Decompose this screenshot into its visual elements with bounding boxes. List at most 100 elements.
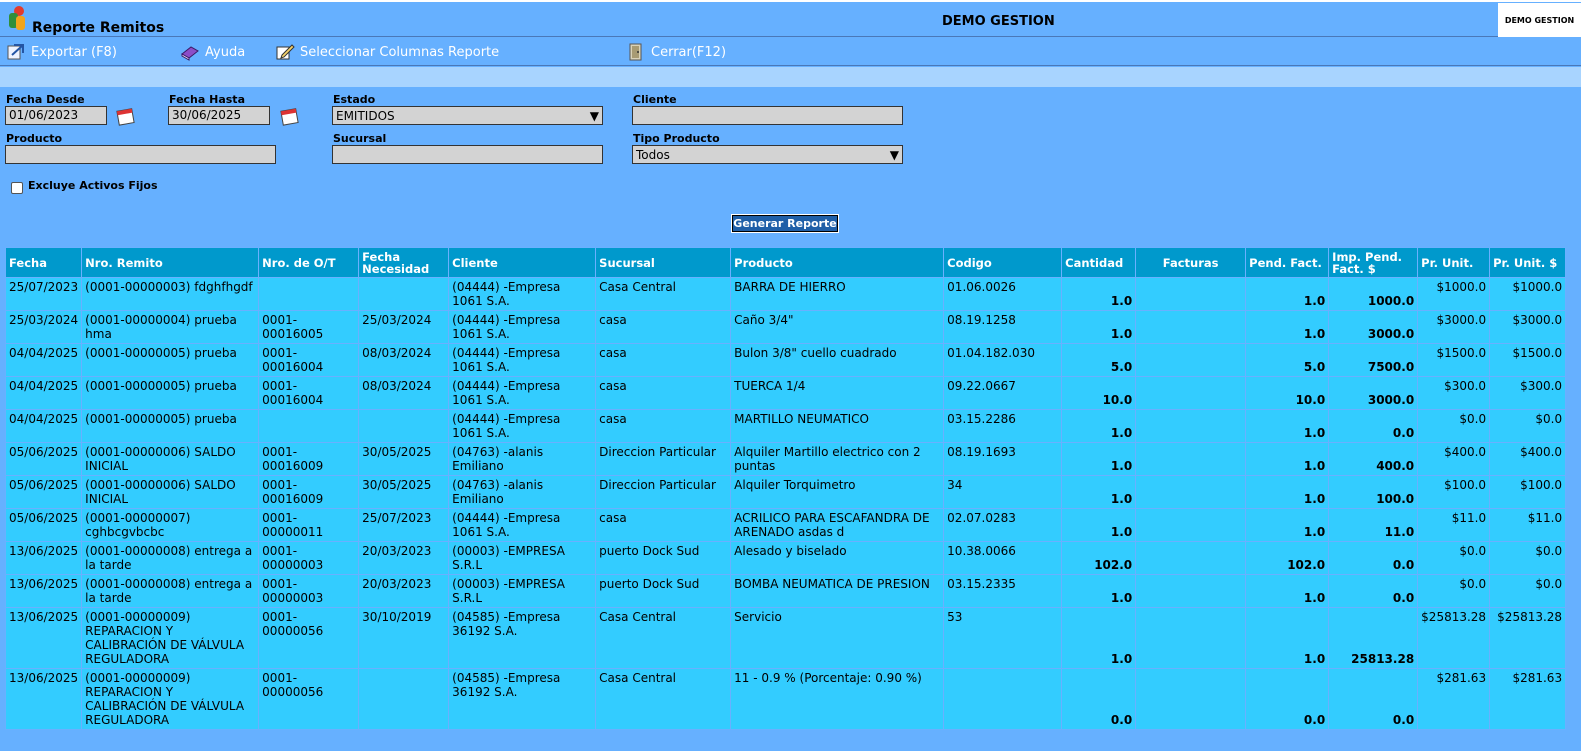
- ayuda-button[interactable]: Ayuda: [180, 43, 245, 61]
- cell-facturas: [1135, 668, 1247, 730]
- header-nro-ot[interactable]: Nro. de O/T: [258, 247, 360, 278]
- cell-codigo: 01.04.182.030: [943, 343, 1063, 377]
- calendar-icon[interactable]: [115, 107, 137, 127]
- cell-facturas: [1135, 409, 1247, 443]
- seleccionar-columnas-button[interactable]: Seleccionar Columnas Reporte: [275, 43, 499, 61]
- header-fecha-necesidad[interactable]: Fecha Necesidad: [358, 247, 450, 278]
- table-row[interactable]: 13/06/2025 (0001-00000009) REPARACION Y C…: [4, 607, 1567, 669]
- generar-reporte-button[interactable]: Generar Reporte: [731, 214, 839, 233]
- cell-imp-pend-fact: 100.0: [1328, 475, 1419, 509]
- table-row[interactable]: 13/06/2025 (0001-00000008) entrega a la t…: [4, 541, 1567, 575]
- header-imp-pend-fact[interactable]: Imp. Pend. Fact. $: [1328, 247, 1419, 278]
- cell-producto: Alquiler Torquimetro: [730, 475, 945, 509]
- header-pr-unit-pesos[interactable]: Pr. Unit. $: [1489, 247, 1567, 278]
- excluye-activos-checkbox[interactable]: [11, 182, 23, 194]
- cell-sucursal: Casa Central: [595, 668, 732, 730]
- table-row[interactable]: 05/06/2025 (0001-00000006) SALDO INICIAL 0…: [4, 475, 1567, 509]
- excluye-activos-label: Excluye Activos Fijos: [28, 179, 158, 192]
- cell-nro-ot: 0001-00016009: [258, 475, 360, 509]
- table-row[interactable]: 25/07/2023 (0001-00000003) fdghfhgdf (0444…: [4, 277, 1567, 311]
- cerrar-button[interactable]: Cerrar(F12): [626, 43, 726, 61]
- sucursal-input[interactable]: [332, 145, 603, 164]
- cell-cliente: (04444) -Empresa 1061 S.A.: [448, 277, 597, 311]
- cell-nro-ot: 0001-00000003: [258, 574, 360, 608]
- window-title: Reporte Remitos: [32, 20, 165, 36]
- cell-facturas: [1135, 442, 1247, 476]
- title-bar: Reporte Remitos DEMO GESTION DEMO GESTIO…: [0, 0, 1581, 37]
- cliente-input[interactable]: [632, 106, 903, 125]
- cell-pr-unit: $0.0: [1417, 409, 1491, 443]
- cell-nro-remito: (0001-00000009) REPARACION Y CALIBRACIÓN…: [81, 668, 260, 730]
- header-fecha[interactable]: Fecha: [4, 247, 83, 278]
- close-door-icon: [629, 43, 642, 61]
- table-row[interactable]: 04/04/2025 (0001-00000005) prueba 0001-000…: [4, 376, 1567, 410]
- ayuda-label: Ayuda: [205, 44, 246, 60]
- company-name: DEMO GESTION: [942, 14, 1055, 29]
- exportar-button[interactable]: Exportar (F8): [6, 43, 117, 61]
- report-table: Fecha Nro. Remito Nro. de O/T Fecha Nece…: [4, 247, 1567, 730]
- cell-fecha: 04/04/2025: [4, 409, 83, 443]
- header-cantidad[interactable]: Cantidad: [1061, 247, 1137, 278]
- cell-producto: BARRA DE HIERRO: [730, 277, 945, 311]
- cell-fecha-necesidad: [358, 668, 450, 730]
- header-sucursal[interactable]: Sucursal: [595, 247, 732, 278]
- cell-pend-fact: 0.0: [1245, 668, 1330, 730]
- cell-pend-fact: 1.0: [1245, 508, 1330, 542]
- sub-bar: [0, 67, 1581, 87]
- tipo-producto-label: Tipo Producto: [633, 132, 720, 145]
- edit-columns-icon: [276, 44, 295, 60]
- table-row[interactable]: 05/06/2025 (0001-00000006) SALDO INICIAL 0…: [4, 442, 1567, 476]
- cell-nro-ot: 0001-00000056: [258, 607, 360, 669]
- cell-sucursal: casa: [595, 310, 732, 344]
- header-codigo[interactable]: Codigo: [943, 247, 1063, 278]
- cell-nro-ot: [258, 277, 360, 311]
- cell-codigo: 02.07.0283: [943, 508, 1063, 542]
- cell-nro-ot: [258, 409, 360, 443]
- tipo-producto-value: Todos: [636, 147, 670, 162]
- cell-codigo: [943, 668, 1063, 730]
- cell-pr-unit: $3000.0: [1417, 310, 1491, 344]
- cell-nro-remito: (0001-00000004) prueba hma: [81, 310, 260, 344]
- cell-pr-unit-pesos: $281.63: [1489, 668, 1567, 730]
- cell-pr-unit-pesos: $0.0: [1489, 541, 1567, 575]
- table-row[interactable]: 13/06/2025 (0001-00000008) entrega a la t…: [4, 574, 1567, 608]
- cell-fecha: 13/06/2025: [4, 574, 83, 608]
- fecha-hasta-input[interactable]: 30/06/2025: [168, 106, 270, 125]
- header-facturas[interactable]: Facturas: [1135, 247, 1247, 278]
- cell-facturas: [1135, 376, 1247, 410]
- table-row[interactable]: 13/06/2025 (0001-00000009) REPARACION Y C…: [4, 668, 1567, 730]
- cell-cliente: (04585) -Empresa 36192 S.A.: [448, 668, 597, 730]
- cell-cantidad: 1.0: [1061, 277, 1137, 311]
- header-cliente[interactable]: Cliente: [448, 247, 597, 278]
- cell-fecha: 25/07/2023: [4, 277, 83, 311]
- calendar-icon[interactable]: [279, 107, 301, 127]
- header-nro-remito[interactable]: Nro. Remito: [81, 247, 260, 278]
- fecha-desde-input[interactable]: 01/06/2023: [5, 106, 107, 125]
- cell-cantidad: 102.0: [1061, 541, 1137, 575]
- cell-pr-unit-pesos: $1500.0: [1489, 343, 1567, 377]
- estado-label: Estado: [333, 93, 376, 106]
- cell-imp-pend-fact: 3000.0: [1328, 376, 1419, 410]
- cell-producto: Servicio: [730, 607, 945, 669]
- tipo-producto-select[interactable]: Todos ▼: [632, 145, 903, 164]
- seleccionar-label: Seleccionar Columnas Reporte: [300, 44, 500, 60]
- cell-cantidad: 1.0: [1061, 607, 1137, 669]
- cell-pend-fact: 10.0: [1245, 376, 1330, 410]
- cell-cliente: (04763) -alanis Emiliano: [448, 475, 597, 509]
- cell-nro-remito: (0001-00000006) SALDO INICIAL: [81, 442, 260, 476]
- table-body: 25/07/2023 (0001-00000003) fdghfhgdf (0444…: [4, 277, 1567, 730]
- estado-select[interactable]: EMITIDOS ▼: [332, 106, 603, 125]
- cell-sucursal: Direccion Particular: [595, 475, 732, 509]
- table-row[interactable]: 04/04/2025 (0001-00000005) prueba (04444) …: [4, 409, 1567, 443]
- table-row[interactable]: 25/03/2024 (0001-00000004) prueba hma 0001…: [4, 310, 1567, 344]
- header-pr-unit[interactable]: Pr. Unit.: [1417, 247, 1491, 278]
- cell-cantidad: 0.0: [1061, 668, 1137, 730]
- cell-fecha-necesidad: 08/03/2024: [358, 376, 450, 410]
- table-row[interactable]: 04/04/2025 (0001-00000005) prueba 0001-000…: [4, 343, 1567, 377]
- header-pend-fact[interactable]: Pend. Fact.: [1245, 247, 1330, 278]
- header-producto[interactable]: Producto: [730, 247, 945, 278]
- table-row[interactable]: 05/06/2025 (0001-00000007) cghbcgvbcbc 000…: [4, 508, 1567, 542]
- cell-nro-ot: 0001-00016005: [258, 310, 360, 344]
- producto-input[interactable]: [5, 145, 276, 164]
- cell-pr-unit: $100.0: [1417, 475, 1491, 509]
